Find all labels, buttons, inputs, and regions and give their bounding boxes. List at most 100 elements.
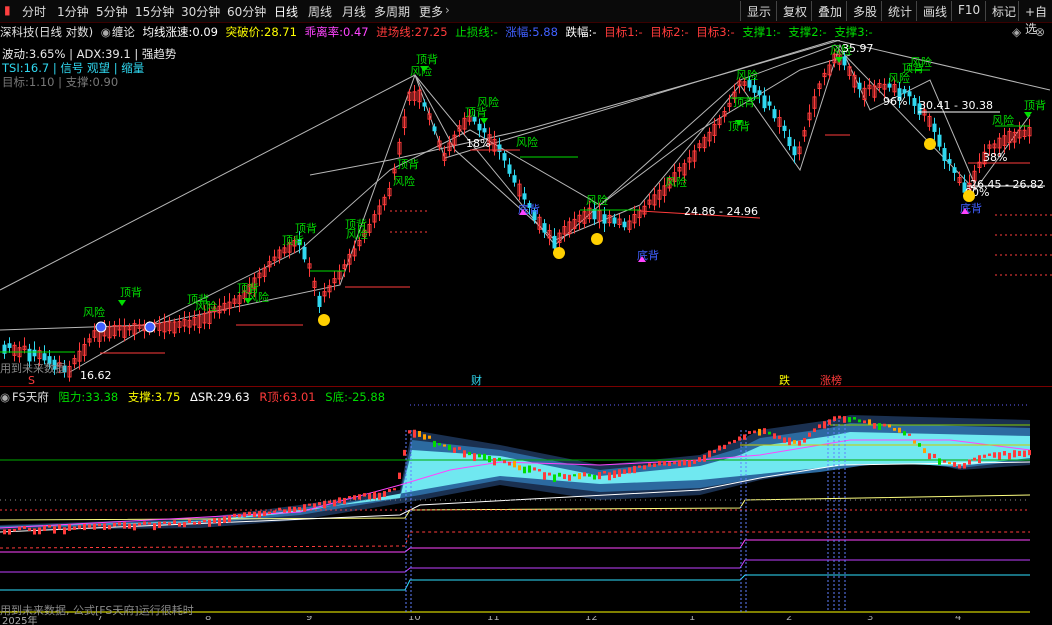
resistance-label: 阻力:	[58, 390, 86, 404]
indicator-candle	[543, 472, 546, 480]
dsr-label: ΔSR:	[190, 390, 217, 404]
top-signal-label: 顶背	[120, 285, 142, 299]
smiley-icon	[963, 190, 975, 202]
indicator-candle	[378, 492, 381, 500]
indicator-candle	[83, 523, 86, 531]
period-tab-15min[interactable]: 15分钟	[135, 3, 174, 20]
date-label: 2025年	[2, 616, 38, 625]
toolbar-display-button[interactable]: 显示	[740, 1, 777, 21]
risk-label: 风险	[346, 227, 368, 241]
indicator-candle	[693, 459, 696, 464]
toolbar-mark-button[interactable]: 标记	[985, 1, 1022, 21]
period-tab-1min[interactable]: 1分钟	[57, 3, 89, 20]
indicator-candle	[663, 461, 666, 466]
period-tab-5min[interactable]: 5分钟	[96, 3, 128, 20]
candle-body	[942, 148, 947, 161]
indicator-candle	[293, 506, 296, 512]
more-chevron-icon[interactable]: ›	[445, 3, 450, 17]
indicator-candle	[48, 524, 51, 528]
indicator-candle	[198, 521, 201, 525]
period-tab-30min[interactable]: 30分钟	[181, 3, 220, 20]
stock-title[interactable]: 深科技(日线 对数)	[0, 25, 93, 39]
indicator-candle	[208, 519, 211, 527]
period-tab-timeshare[interactable]: 分时	[22, 3, 46, 20]
period-tab-daily[interactable]: 日线	[274, 3, 298, 20]
deviation-label: 乖离率:	[304, 25, 343, 39]
breakout-value: 28.71	[264, 25, 297, 39]
indicator-candle	[828, 419, 831, 425]
period-tab-multi[interactable]: 多周期	[374, 3, 410, 20]
period-tab-monthly[interactable]: 月线	[342, 3, 366, 20]
indicator-candle	[673, 461, 676, 465]
chan-dropdown-icon[interactable]: ◉	[101, 25, 111, 39]
indicator-candle	[638, 465, 641, 468]
indicator-candle	[833, 416, 836, 422]
indicator-candle	[983, 454, 986, 458]
period-tab-60min[interactable]: 60分钟	[227, 3, 266, 20]
toolbar-menu-icon[interactable]: ▮	[4, 3, 11, 17]
smiley-icon	[553, 247, 565, 259]
indicator-candle	[463, 450, 466, 458]
top-signal-label: 顶背	[733, 95, 755, 109]
panel-close-icon[interactable]: ⊗	[1035, 25, 1045, 39]
toolbar-stats-button[interactable]: 统计	[881, 1, 918, 21]
toolbar-draw-button[interactable]: 画线	[916, 1, 953, 21]
chan-label[interactable]: 缠论	[112, 25, 135, 39]
toolbar-watchlist-button[interactable]: +自选	[1018, 1, 1052, 36]
ma-speed-label: 均线涨速:	[142, 25, 193, 39]
indicator-candle	[728, 441, 731, 445]
target3-value: -	[730, 25, 735, 39]
indicator-candle	[113, 522, 116, 527]
indicator-candle	[778, 435, 781, 440]
date-label: 10	[408, 616, 421, 623]
indicator-candle	[88, 524, 91, 528]
indicator-candle	[458, 446, 461, 450]
indicator-name[interactable]: FS天府	[12, 390, 49, 404]
risk-label: 风险	[83, 305, 105, 319]
indicator-candle	[468, 451, 471, 456]
indicator-candle	[523, 466, 526, 474]
risk-label: 风险	[586, 193, 608, 207]
limit-marker: 涨榜	[820, 373, 842, 386]
indicator-dropdown-icon[interactable]: ◉	[0, 390, 10, 404]
period-tab-more[interactable]: 更多	[419, 3, 443, 20]
indicator-candle	[838, 415, 841, 419]
indicator-candle	[393, 488, 396, 491]
main-chart-info-line: 深科技(日线 对数) ◉缠论 均线涨速:0.09 突破价:28.71 乖离率:0…	[0, 24, 877, 40]
indicator-candle	[1028, 450, 1031, 456]
indicator-candle	[1013, 450, 1016, 458]
indicator-candle	[568, 474, 571, 481]
indicator-candle	[338, 497, 341, 504]
indicator-candle	[823, 421, 826, 429]
indicator-candle	[648, 463, 651, 467]
toolbar-f10-button[interactable]: F10	[951, 1, 986, 21]
candle-body	[502, 153, 507, 161]
period-tab-weekly[interactable]: 周线	[308, 3, 332, 20]
panel-settings-icon[interactable]: ◈	[1012, 25, 1021, 39]
entry-label: 进场线:	[376, 25, 415, 39]
indicator-candle	[213, 517, 216, 523]
toolbar-overlay-button[interactable]: 叠加	[811, 1, 848, 21]
indicator-candle	[313, 503, 316, 508]
toolbar-adjust-button[interactable]: 复权	[776, 1, 813, 21]
indicator-candle	[13, 528, 16, 532]
candle-body	[857, 82, 862, 90]
fs-tianfu-indicator-chart[interactable]	[0, 403, 1052, 616]
indicator-candle	[803, 437, 806, 443]
indicator-candle	[618, 469, 621, 477]
stoploss-label: 止损线:	[455, 25, 494, 39]
indicator-candle	[443, 444, 446, 447]
pct-label: 18%	[466, 137, 490, 150]
date-label: 11	[487, 616, 500, 623]
risk-label: 风险	[393, 174, 415, 188]
candlestick-chart[interactable]: 风险 顶背 顶背 风险 顶背 风险 顶背 顶背 顶背 风险 顶背 风险 顶背 风…	[0, 40, 1052, 386]
toolbar-multistock-button[interactable]: 多股	[846, 1, 883, 21]
indicator-candle	[53, 526, 56, 534]
indicator-candle	[818, 424, 821, 429]
indicator-candle	[473, 453, 476, 462]
deviation-value: 0.47	[342, 25, 369, 39]
top-signal-label: 顶背	[295, 221, 317, 235]
sbottom-value: -25.88	[347, 390, 386, 404]
indicator-candle	[173, 520, 176, 525]
indicator-candle	[158, 521, 161, 528]
